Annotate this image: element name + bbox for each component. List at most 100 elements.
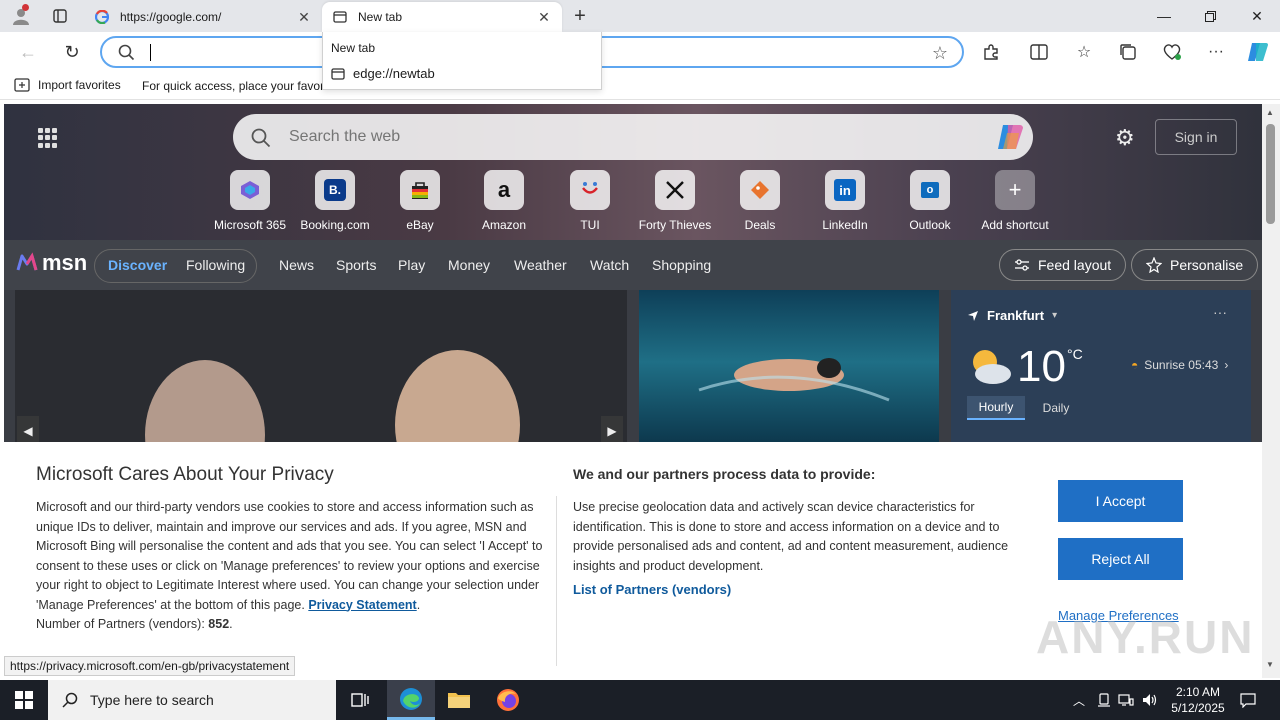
personalise-label: Personalise	[1170, 257, 1244, 273]
msn-wordmark: msn	[42, 250, 88, 275]
nav-money[interactable]: Money	[448, 257, 490, 273]
favorites-button[interactable]: ☆	[1071, 39, 1097, 65]
copilot-button[interactable]	[1245, 39, 1271, 65]
close-tab-icon[interactable]: ✕	[536, 9, 552, 25]
privacy-statement-link[interactable]: Privacy Statement	[308, 598, 416, 612]
taskbar-firefox[interactable]	[484, 680, 532, 720]
page-scrollbar[interactable]: ▲ ▼	[1262, 104, 1280, 678]
sign-in-button[interactable]: Sign in	[1155, 119, 1237, 155]
feed-layout-button[interactable]: Feed layout	[999, 249, 1127, 281]
taskbar-edge[interactable]	[387, 680, 435, 720]
weather-unit: °C	[1067, 346, 1083, 362]
shortcut-deals[interactable]: Deals	[718, 170, 802, 232]
refresh-button[interactable]: ↻	[58, 38, 86, 66]
restore-button[interactable]	[1187, 0, 1233, 32]
extensions-button[interactable]	[978, 39, 1004, 65]
browser-essentials-button[interactable]	[1159, 39, 1185, 65]
settings-more-button[interactable]: ···	[1203, 39, 1229, 65]
nav-weather[interactable]: Weather	[514, 257, 567, 273]
back-button[interactable]: ←	[14, 38, 42, 66]
partners-count: 852	[208, 617, 230, 631]
web-search-input[interactable]	[289, 126, 969, 148]
shortcut-linkedin[interactable]: in LinkedIn	[803, 170, 887, 232]
nav-shopping[interactable]: Shopping	[652, 257, 711, 273]
weather-location[interactable]: Frankfurt ▾	[967, 308, 1057, 323]
microsoft-365-icon	[230, 170, 270, 210]
suggestion-item[interactable]: edge://newtab	[331, 66, 435, 81]
sunrise-icon: ◓	[1131, 358, 1139, 372]
shortcut-tui[interactable]: TUI	[548, 170, 632, 232]
nav-news[interactable]: News	[279, 257, 314, 273]
shortcut-ebay[interactable]: eBay	[378, 170, 462, 232]
edge-icon	[400, 687, 422, 710]
tray-volume-button[interactable]	[1140, 680, 1160, 720]
refresh-icon: ↻	[64, 41, 80, 62]
weather-card[interactable]: Frankfurt ▾ ··· 10 °C ◓ Sunrise 05:43 › …	[951, 290, 1251, 450]
tray-device-button[interactable]	[1094, 680, 1114, 720]
shortcut-add[interactable]: + Add shortcut	[973, 170, 1057, 232]
reject-all-button[interactable]: Reject All	[1058, 538, 1183, 580]
notifications-button[interactable]	[1236, 680, 1260, 720]
web-search-box[interactable]	[233, 114, 1033, 160]
tab-new-tab[interactable]: New tab ✕	[322, 2, 562, 32]
collections-icon	[1120, 44, 1136, 60]
partners-label: Number of Partners (vendors):	[36, 617, 205, 631]
privacy-divider	[556, 496, 557, 666]
news-photo-person-left	[145, 360, 265, 450]
sunrise-info[interactable]: ◓ Sunrise 05:43 ›	[1131, 358, 1228, 372]
swimmer-photo	[698, 358, 890, 402]
task-view-button[interactable]	[336, 680, 384, 720]
shortcut-label: Outlook	[909, 218, 951, 232]
shortcut-amazon[interactable]: a Amazon	[462, 170, 546, 232]
favorite-star-icon[interactable]: ☆	[932, 43, 948, 64]
close-window-button[interactable]: ✕	[1234, 0, 1280, 32]
search-icon	[251, 128, 271, 148]
tray-network-button[interactable]	[1116, 680, 1136, 720]
close-tab-icon[interactable]: ✕	[296, 9, 312, 25]
news-card-main[interactable]	[15, 290, 627, 450]
shortcut-outlook[interactable]: o Outlook	[888, 170, 972, 232]
nav-play[interactable]: Play	[398, 257, 425, 273]
page-settings-gear-icon[interactable]: ⚙	[1115, 125, 1135, 151]
profile-button[interactable]	[8, 4, 34, 28]
weather-more-icon[interactable]: ···	[1213, 304, 1227, 320]
shortcut-booking[interactable]: B. Booking.com	[293, 170, 377, 232]
weather-tab-hourly[interactable]: Hourly	[967, 396, 1025, 420]
tab-discover[interactable]: Discover	[108, 257, 167, 273]
scrollbar-thumb[interactable]	[1266, 124, 1275, 224]
import-favorites-button[interactable]: Import favorites	[14, 78, 121, 92]
start-button[interactable]	[0, 680, 48, 720]
shortcut-forty-thieves[interactable]: Forty Thieves	[633, 170, 717, 232]
taskbar-file-explorer[interactable]	[435, 680, 483, 720]
minimize-button[interactable]: —	[1141, 0, 1187, 32]
scroll-down-icon[interactable]: ▼	[1266, 660, 1274, 669]
tab-google[interactable]: https://google.com/ ✕	[84, 2, 322, 32]
news-card-swimmer[interactable]	[639, 290, 939, 450]
copilot-search-icon[interactable]	[995, 123, 1025, 151]
minimize-icon: —	[1157, 8, 1171, 24]
partners-list-link[interactable]: List of Partners (vendors)	[573, 582, 731, 597]
new-tab-button[interactable]: +	[568, 4, 592, 28]
taskbar-search-box[interactable]: Type here to search	[48, 680, 336, 720]
windows-taskbar: Type here to search ︿ 2:10 AM 5/12/2025	[0, 680, 1280, 720]
nav-watch[interactable]: Watch	[590, 257, 629, 273]
collections-button[interactable]	[1115, 39, 1141, 65]
taskbar-clock[interactable]: 2:10 AM 5/12/2025	[1162, 684, 1234, 716]
tab-following[interactable]: Following	[186, 257, 245, 273]
accept-button[interactable]: I Accept	[1058, 480, 1183, 522]
shortcut-label: Microsoft 365	[213, 218, 287, 232]
weather-city: Frankfurt	[987, 308, 1045, 323]
nav-sports[interactable]: Sports	[336, 257, 376, 273]
tray-overflow-button[interactable]: ︿	[1068, 680, 1090, 720]
news-photo-person-right	[395, 350, 520, 450]
app-launcher-icon[interactable]	[38, 128, 58, 148]
msn-logo[interactable]: msn	[16, 250, 87, 276]
shortcut-microsoft-365[interactable]: Microsoft 365	[208, 170, 292, 232]
scroll-up-icon[interactable]: ▲	[1266, 108, 1274, 117]
tab-actions-menu-button[interactable]	[48, 5, 72, 27]
suggestion-url: edge://newtab	[353, 66, 435, 81]
split-screen-button[interactable]	[1026, 39, 1052, 65]
weather-tab-daily[interactable]: Daily	[1027, 396, 1085, 420]
personalise-button[interactable]: Personalise	[1131, 249, 1259, 281]
link-status-tooltip: https://privacy.microsoft.com/en-gb/priv…	[4, 656, 296, 676]
